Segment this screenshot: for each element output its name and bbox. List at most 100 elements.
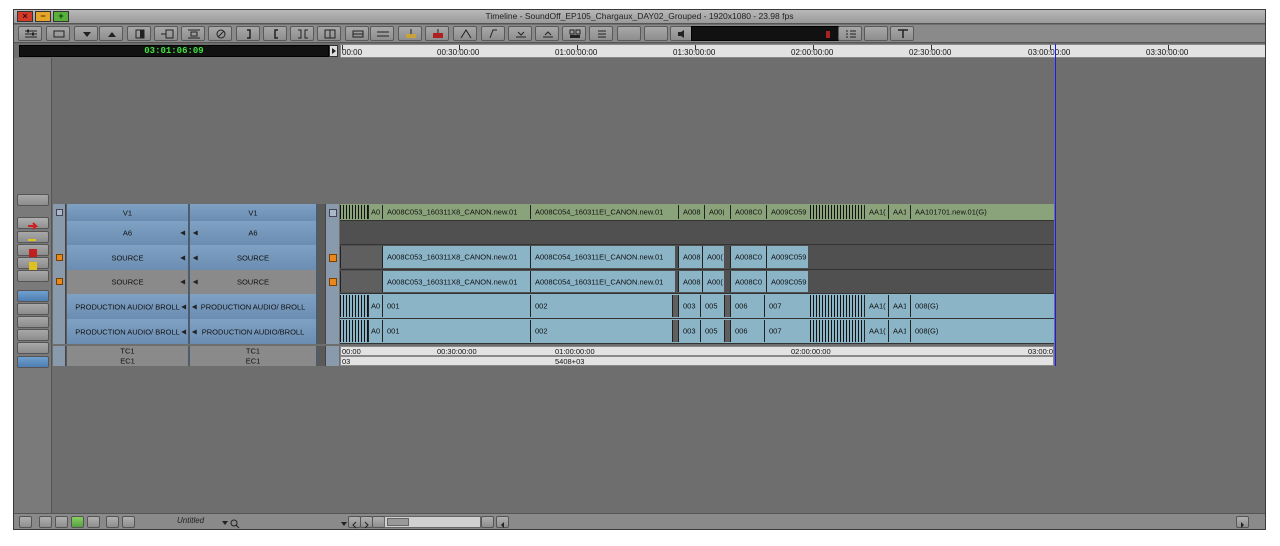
timecode-display[interactable]: 03:01:06:09 bbox=[19, 45, 329, 57]
menu-list-icon[interactable] bbox=[838, 26, 862, 41]
timeline-ruler[interactable]: 00:00 00:30:00:00 01:00:00:00 01:30:00:0… bbox=[340, 44, 1265, 58]
monitor-icon[interactable] bbox=[55, 516, 68, 528]
clip[interactable]: A008C053_160311X8_CANON.new.01 bbox=[382, 271, 530, 292]
clip[interactable]: A008C0 bbox=[730, 271, 766, 292]
position-indicator[interactable] bbox=[1055, 44, 1056, 366]
clip[interactable]: A008 bbox=[678, 246, 702, 268]
track-menu-icon[interactable] bbox=[17, 194, 49, 206]
record-track-ec1[interactable]: EC1 bbox=[190, 356, 317, 366]
track-view-icon[interactable] bbox=[19, 516, 32, 528]
source-track-ec1[interactable]: EC1 bbox=[67, 356, 189, 366]
splice-in-icon[interactable] bbox=[127, 26, 151, 41]
audio-toggle-icon[interactable] bbox=[17, 303, 49, 315]
title-bar[interactable]: × − + Timeline - SoundOff_EP105_Chargaux… bbox=[14, 10, 1265, 24]
source-track-tc1[interactable]: TC1 bbox=[67, 346, 189, 356]
focus-icon[interactable] bbox=[17, 356, 49, 368]
clip-strip[interactable] bbox=[340, 205, 368, 219]
clip[interactable]: 006 bbox=[730, 295, 764, 317]
clip[interactable]: A009C059 bbox=[766, 205, 810, 219]
clip[interactable]: AA1 bbox=[888, 295, 906, 317]
settings-sliders-icon[interactable] bbox=[18, 26, 42, 41]
clip[interactable]: A008C054_160311EI_CANON.new.01 bbox=[530, 205, 675, 219]
record-track-a6[interactable]: ◀ A6 bbox=[190, 221, 317, 245]
row-selector[interactable] bbox=[53, 319, 66, 344]
record-track-production-audio-1[interactable]: PRODUCTION AUDIO/ BROLL ◀ bbox=[190, 294, 317, 319]
clip[interactable]: AA1( bbox=[864, 295, 888, 317]
track-selector-tc1[interactable] bbox=[325, 346, 339, 356]
source-track-v1[interactable]: V1 bbox=[67, 204, 189, 221]
clip[interactable]: A009C059 bbox=[766, 271, 808, 292]
mark-in-down-icon[interactable] bbox=[74, 26, 98, 41]
clear-marks-icon[interactable] bbox=[208, 26, 232, 41]
clip[interactable]: 001 bbox=[382, 320, 530, 342]
record-track-production-audio-2[interactable]: PRODUCTION AUDIO/BROLL ◀ bbox=[190, 319, 317, 344]
clip[interactable]: 007 bbox=[764, 320, 810, 342]
lift-icon[interactable] bbox=[181, 26, 205, 41]
clip[interactable]: A00( bbox=[702, 271, 724, 292]
track-selector-ec1[interactable] bbox=[325, 356, 339, 366]
up-arrow-icon[interactable] bbox=[122, 516, 135, 528]
yellow-segment-icon[interactable] bbox=[17, 257, 49, 270]
mark-out-icon[interactable] bbox=[236, 26, 260, 41]
slip-icon[interactable] bbox=[481, 26, 505, 41]
clip[interactable]: A008 bbox=[678, 271, 702, 292]
clip[interactable]: 002 bbox=[530, 320, 672, 342]
track-selector-a6[interactable] bbox=[325, 221, 339, 245]
clip[interactable]: AA1( bbox=[864, 320, 888, 342]
timecode-menu-button[interactable] bbox=[329, 45, 338, 57]
track-selector-source-1[interactable] bbox=[325, 245, 339, 270]
row-selector[interactable] bbox=[53, 270, 66, 294]
mark-in-icon[interactable] bbox=[263, 26, 287, 41]
record-track-source-1[interactable]: ◀ SOURCE bbox=[190, 245, 317, 270]
ripple-icon[interactable] bbox=[535, 26, 559, 41]
clip-strip[interactable] bbox=[340, 320, 368, 342]
scroll-right-icon[interactable] bbox=[1236, 516, 1249, 528]
clip-strip[interactable] bbox=[810, 295, 864, 317]
clip[interactable]: A0 bbox=[368, 295, 382, 317]
source-track-source-1[interactable]: SOURCE ◀ bbox=[67, 245, 189, 270]
source-track-a6[interactable]: A6 ◀ bbox=[67, 221, 189, 245]
blank-button[interactable] bbox=[617, 26, 641, 41]
link-icon[interactable] bbox=[17, 342, 49, 354]
clip[interactable]: 001 bbox=[382, 295, 530, 317]
clip[interactable]: A008C0 bbox=[730, 205, 766, 219]
record-track-tc1[interactable]: TC1 bbox=[190, 346, 317, 356]
track-selector-production-audio-1[interactable] bbox=[325, 294, 339, 319]
red-arrow-icon[interactable] bbox=[17, 217, 49, 230]
clip[interactable]: AA101701.new.01(G) bbox=[910, 205, 1054, 219]
clip[interactable]: 003 bbox=[678, 320, 700, 342]
source-track-source-2[interactable]: SOURCE ◀ bbox=[67, 270, 189, 294]
row-selector[interactable] bbox=[53, 204, 66, 221]
clip[interactable]: 008(G) bbox=[910, 320, 1054, 342]
search-icon[interactable] bbox=[229, 516, 242, 529]
row-selector[interactable] bbox=[53, 346, 66, 356]
track-selector-source-2[interactable] bbox=[325, 270, 339, 294]
record-track-v1[interactable]: V1 bbox=[190, 204, 317, 221]
track-selector-v1[interactable] bbox=[325, 204, 339, 221]
video-toggle-icon[interactable] bbox=[17, 290, 49, 302]
source-track-production-audio-1[interactable]: PRODUCTION AUDIO/ BROLL ◀ bbox=[67, 294, 189, 319]
mark-up-icon[interactable] bbox=[99, 26, 123, 41]
clip[interactable]: 005 bbox=[700, 295, 724, 317]
row-selector[interactable] bbox=[53, 245, 66, 270]
mark-clip-icon[interactable] bbox=[290, 26, 314, 41]
row-selector[interactable] bbox=[53, 356, 66, 366]
red-segment-icon[interactable] bbox=[425, 26, 449, 41]
blank-button-2[interactable] bbox=[644, 26, 668, 41]
monitor-icon[interactable] bbox=[17, 270, 49, 282]
record-track-source-2[interactable]: ◀ SOURCE bbox=[190, 270, 317, 294]
clip[interactable]: 007 bbox=[764, 295, 810, 317]
down-arrow-icon[interactable] bbox=[106, 516, 119, 528]
clip-strip[interactable] bbox=[340, 295, 368, 317]
track-selector-production-audio-2[interactable] bbox=[325, 319, 339, 344]
clip[interactable]: A009C059 bbox=[766, 246, 808, 268]
filler[interactable] bbox=[340, 246, 382, 268]
yellow-arrow-icon[interactable] bbox=[17, 231, 49, 243]
overwrite-icon[interactable] bbox=[154, 26, 178, 41]
clip[interactable]: 002 bbox=[530, 295, 672, 317]
sequence-name[interactable]: Untitled bbox=[177, 516, 204, 525]
red-segment-icon[interactable] bbox=[17, 244, 49, 257]
multicam-icon[interactable] bbox=[562, 26, 586, 41]
clip-strip[interactable] bbox=[810, 320, 864, 342]
source-track-production-audio-2[interactable]: PRODUCTION AUDIO/ BROLL ◀ bbox=[67, 319, 189, 344]
